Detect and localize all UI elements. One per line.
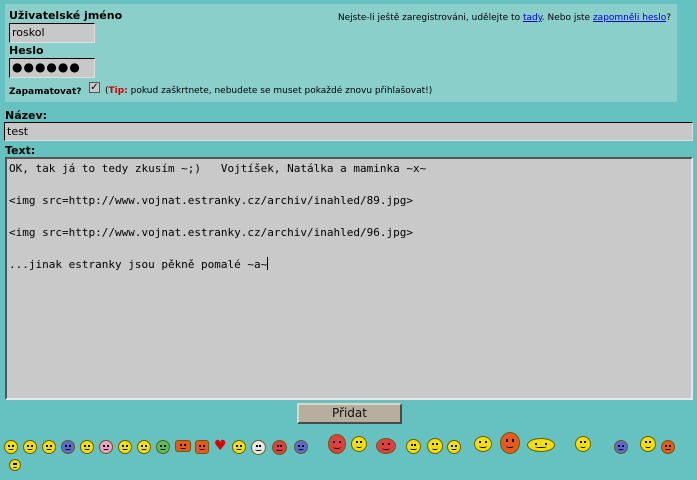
register-link[interactable]: tady [523, 13, 542, 23]
register-note: Nejste-li ještě zaregistrováni, udělejte… [338, 13, 671, 23]
green-face-icon[interactable] [156, 440, 170, 454]
username-label: Uživatelské jméno [9, 9, 123, 22]
blue-ball-icon[interactable] [614, 440, 628, 454]
text-line-content: ...jinak estranky jsou pěkně pomalé ~a~ [9, 258, 268, 271]
text-line [9, 177, 691, 193]
duck-icon[interactable] [527, 438, 555, 452]
hand-icon[interactable] [175, 440, 191, 452]
login-panel: Uživatelské jméno roskol Heslo ●●●●●● Ne… [5, 4, 677, 102]
grin-icon[interactable] [23, 440, 37, 454]
frown-icon[interactable] [80, 440, 94, 454]
devil-icon[interactable] [328, 434, 346, 454]
white-face-icon[interactable] [251, 440, 266, 455]
register-text-1: Nejste-li ještě zaregistrováni, udělejte… [337, 13, 523, 23]
chick-icon[interactable] [575, 436, 591, 452]
pig-icon[interactable] [376, 438, 396, 454]
password-input[interactable]: ●●●●●● [9, 58, 95, 78]
submit-button[interactable]: Přidat [297, 403, 402, 424]
laugh-icon[interactable] [99, 440, 113, 454]
smile-icon[interactable] [447, 440, 461, 454]
flower-icon[interactable] [500, 432, 520, 454]
remember-checkbox[interactable]: ✓ [89, 82, 100, 93]
tomato-icon[interactable] [661, 440, 675, 454]
text-caret [267, 257, 269, 270]
surprised-icon[interactable] [351, 436, 367, 452]
small-smile-icon[interactable] [9, 459, 21, 471]
smile-icon[interactable] [4, 440, 18, 454]
text-line: <img src=http://www.vojnat.estranky.cz/a… [9, 226, 413, 239]
smile-icon[interactable] [406, 439, 421, 454]
bubble-icon[interactable] [474, 436, 492, 452]
register-text-2: . Nebo jste [541, 13, 593, 23]
wink-icon[interactable] [137, 440, 151, 454]
username-input[interactable]: roskol [9, 23, 95, 43]
text-line [9, 209, 691, 225]
text-line: <img src=http://www.vojnat.estranky.cz/a… [9, 194, 413, 207]
text-line [9, 241, 691, 257]
heart-face-icon[interactable] [272, 440, 287, 455]
star-face-icon[interactable] [640, 436, 656, 452]
password-label: Heslo [9, 44, 44, 57]
text-line: ...jinak estranky jsou pěkně pomalé ~a~ [9, 257, 691, 273]
register-text-3: ? [666, 13, 671, 23]
remember-tip: (Tip: pokud zaškrtnete, nebudete se muse… [105, 86, 432, 96]
big-grin-icon[interactable] [427, 438, 443, 454]
text-line: OK, tak já to tedy zkusím ~;) Vojtíšek, … [9, 162, 427, 175]
smile-icon[interactable] [232, 440, 246, 454]
blue-face-icon[interactable] [294, 440, 308, 454]
title-label: Název: [5, 109, 48, 122]
tip-label: Tip: [108, 86, 128, 96]
sad-blue-icon[interactable] [61, 440, 75, 454]
smile-icon[interactable] [42, 440, 56, 454]
smile-icon[interactable] [118, 440, 132, 454]
text-area[interactable]: OK, tak já to tedy zkusím ~;) Vojtíšek, … [5, 157, 693, 400]
text-label: Text: [5, 144, 36, 157]
forgot-password-link[interactable]: zapomněli heslo [593, 13, 666, 23]
title-input[interactable]: test [4, 122, 693, 141]
heart-icon[interactable]: ♥ [214, 439, 227, 453]
tip-text: pokud zaškrtnete, nebudete se muset poka… [127, 86, 433, 96]
thumbs-icon[interactable] [195, 440, 209, 454]
remember-label: Zapamatovat? [9, 87, 82, 97]
